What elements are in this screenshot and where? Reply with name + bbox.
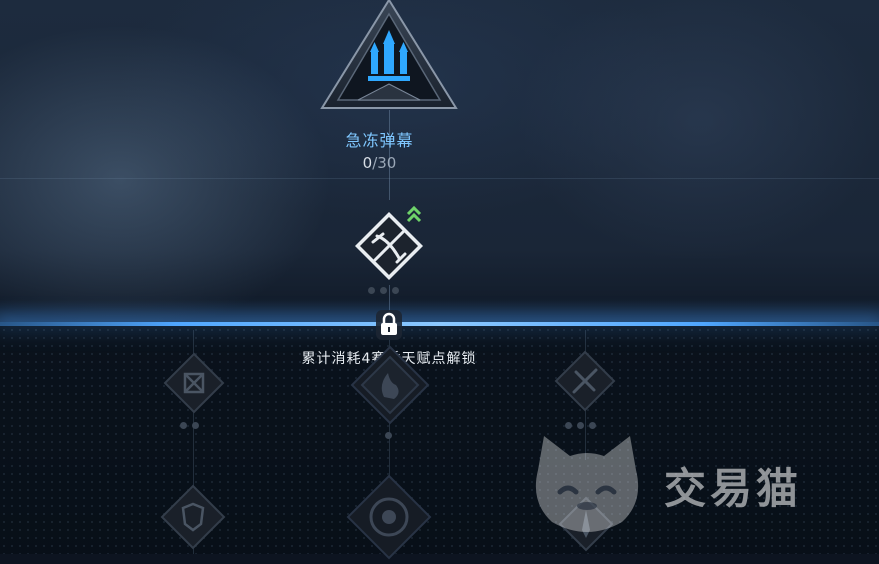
locked-skill-node[interactable] [163,352,225,418]
ice-barrage-icon [320,0,458,109]
double-chevron-up-icon [405,205,423,227]
padlock-icon [374,308,404,346]
skill-points-count: 0/30 [0,154,759,172]
node-rank-dots [565,422,596,429]
shield-icon [160,484,226,550]
node-rank-dots [180,422,199,429]
crosshair-icon [163,352,225,414]
locked-skill-node[interactable] [346,474,432,564]
points-current: 0 [362,154,373,172]
points-max: 30 [377,154,397,172]
skill-node-title: 急冻弹幕 [345,131,414,150]
divider-line [0,178,879,179]
locked-skill-node[interactable] [554,350,616,416]
tools-icon [554,350,616,412]
locked-skill-node[interactable] [350,345,430,429]
gear-target-icon [346,474,432,560]
flame-shield-icon [350,345,430,425]
watermark-text: 交易猫 [664,464,803,513]
node-rank-dots [368,287,399,294]
locked-skill-node[interactable] [160,484,226,554]
cat-logo-icon [526,430,648,542]
skill-node-top[interactable] [318,0,460,112]
node-rank-dots [385,432,392,439]
